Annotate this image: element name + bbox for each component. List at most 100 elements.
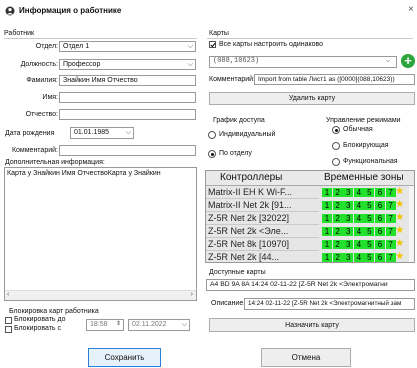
- star-icon[interactable]: ★: [395, 186, 404, 197]
- zone-cell[interactable]: 3: [343, 201, 354, 210]
- zone-cell[interactable]: 2: [332, 201, 343, 210]
- controllers-header: Контроллеры Временные зоны: [206, 171, 414, 186]
- zone-cell[interactable]: 5: [364, 227, 375, 236]
- worker-comment-input[interactable]: [59, 145, 196, 156]
- zone-cell[interactable]: 4: [353, 227, 364, 236]
- controller-row[interactable]: Z-5R Net 2k [32022]: [206, 212, 319, 225]
- star-icon[interactable]: ★: [395, 199, 404, 210]
- block-from-checkbox[interactable]: [5, 326, 12, 333]
- surname-input[interactable]: Знайкин Имя Отчество: [59, 75, 196, 86]
- zone-cell[interactable]: 3: [343, 240, 354, 249]
- zone-cell[interactable]: 1: [322, 253, 332, 262]
- zone-cell[interactable]: 6: [375, 188, 385, 197]
- zone-cell[interactable]: 5: [364, 240, 375, 249]
- available-cards-list[interactable]: A4 BD 9A 8A 14:24 02-11-22 [Z-5R Net 2k …: [206, 279, 415, 291]
- spinner-icon[interactable]: ⇕: [116, 320, 121, 329]
- zones-col-header[interactable]: Временные зоны: [324, 172, 404, 183]
- zone-cell[interactable]: 2: [332, 227, 343, 236]
- patronymic-label: Отчество:: [25, 111, 58, 118]
- zone-cell[interactable]: 4: [353, 214, 364, 223]
- zone-cell[interactable]: 7: [385, 201, 396, 210]
- scroll-right-icon[interactable]: ›: [191, 291, 193, 298]
- zone-cell[interactable]: 5: [364, 253, 375, 262]
- zone-cell[interactable]: 1: [322, 240, 332, 249]
- assign-card-button[interactable]: Назначить карту: [209, 318, 415, 332]
- description-input[interactable]: 14:24 02-11-22 [Z-5R Net 2k <Электромагн…: [244, 298, 415, 310]
- zone-cell[interactable]: 7: [385, 188, 396, 197]
- controller-row[interactable]: Z-5R Net 2k <Эле...: [206, 225, 319, 238]
- star-icon[interactable]: ★: [395, 225, 404, 236]
- horizontal-scrollbar[interactable]: ‹ ›: [5, 290, 196, 300]
- name-input[interactable]: [59, 92, 196, 103]
- mode-blocking-radio[interactable]: [332, 142, 340, 150]
- block-date-input[interactable]: 02.11.2022 ⌵: [128, 319, 190, 331]
- controllers-table[interactable]: Контроллеры Временные зоны Matrix-II EH …: [205, 170, 415, 263]
- controller-row[interactable]: Z-5R Net 2k [44...: [206, 251, 319, 262]
- star-icon[interactable]: ★: [395, 238, 404, 249]
- zone-cell[interactable]: 6: [375, 227, 385, 236]
- cancel-button[interactable]: Отмена: [261, 348, 351, 367]
- star-icon[interactable]: ★: [395, 212, 404, 223]
- zone-cell[interactable]: 3: [343, 227, 354, 236]
- zone-cell[interactable]: 1: [322, 201, 332, 210]
- close-icon[interactable]: ×: [408, 4, 414, 15]
- zone-cell[interactable]: 2: [332, 214, 343, 223]
- zone-cell[interactable]: 4: [353, 201, 364, 210]
- zone-cell[interactable]: 6: [375, 240, 385, 249]
- zone-cell[interactable]: 3: [343, 214, 354, 223]
- controllers-col-header[interactable]: Контроллеры: [220, 172, 282, 183]
- card-comment-input[interactable]: Import from table Лист1 as ([0000](088,1…: [254, 74, 415, 85]
- zone-cell[interactable]: 1: [322, 227, 332, 236]
- zone-cell[interactable]: 7: [385, 253, 396, 262]
- zone-cell[interactable]: 2: [332, 240, 343, 249]
- dept-select[interactable]: Отдел 1 ⌵: [59, 41, 196, 52]
- zone-cell[interactable]: 7: [385, 227, 396, 236]
- patronymic-input[interactable]: [59, 109, 196, 120]
- star-icon[interactable]: ★: [395, 251, 404, 262]
- zone-cell[interactable]: 1: [322, 214, 332, 223]
- mode-functional-radio[interactable]: [332, 158, 340, 166]
- vertical-scrollbar[interactable]: [409, 186, 414, 262]
- birth-date-input[interactable]: 01.01.1985 ⌵: [70, 127, 134, 139]
- worker-section-title: Работник: [4, 30, 35, 37]
- zone-cell[interactable]: 6: [375, 214, 385, 223]
- chevron-down-icon: ⌵: [385, 57, 390, 65]
- schedule-individual-radio[interactable]: [208, 131, 216, 139]
- zone-cell[interactable]: 6: [375, 253, 385, 262]
- mode-normal-radio[interactable]: [332, 126, 340, 134]
- dept-label: Отдел:: [35, 43, 58, 50]
- zone-row: 1 2 3 4 5 6 7 ★: [322, 186, 406, 198]
- extra-info-textarea[interactable]: Карта у Знайкин Имя ОтчествоКарта у Знай…: [4, 167, 197, 301]
- mode-normal-label: Обычная: [343, 126, 373, 133]
- zone-cell[interactable]: 3: [343, 253, 354, 262]
- worker-comment-label: Комментарий:: [11, 147, 58, 154]
- position-select[interactable]: Профессор ⌵: [59, 59, 196, 70]
- controller-row[interactable]: Matrix-II EH K Wi-F...: [206, 186, 319, 199]
- zone-cell[interactable]: 6: [375, 201, 385, 210]
- zone-cell[interactable]: 5: [364, 188, 375, 197]
- save-button[interactable]: Сохранить: [88, 348, 161, 367]
- zone-cell[interactable]: 2: [332, 188, 343, 197]
- zone-cell[interactable]: 1: [322, 188, 332, 197]
- zone-cell[interactable]: 7: [385, 214, 396, 223]
- zone-cell[interactable]: 4: [353, 188, 364, 197]
- controller-row[interactable]: Matrix-II Net 2k [91...: [206, 199, 319, 212]
- zone-cell[interactable]: 4: [353, 240, 364, 249]
- zone-cell[interactable]: 5: [364, 201, 375, 210]
- zone-cell[interactable]: 4: [353, 253, 364, 262]
- scroll-left-icon[interactable]: ‹: [7, 291, 9, 298]
- position-label: Должность:: [20, 61, 58, 68]
- add-card-icon[interactable]: +: [401, 54, 415, 68]
- cards-section-divider: [207, 38, 413, 39]
- block-time-input[interactable]: 18:58 ⇕: [86, 319, 124, 331]
- delete-card-button[interactable]: Удалить карту: [209, 92, 415, 105]
- zone-cell[interactable]: 2: [332, 253, 343, 262]
- block-until-checkbox[interactable]: [5, 317, 12, 324]
- same-cards-checkbox[interactable]: [209, 41, 216, 48]
- zone-cell[interactable]: 7: [385, 240, 396, 249]
- schedule-by-dept-radio[interactable]: [208, 150, 216, 158]
- zone-cell[interactable]: 5: [364, 214, 375, 223]
- card-select[interactable]: (088,10623) ⌵: [209, 56, 397, 68]
- controller-row[interactable]: Z-5R Net 8k [10970]: [206, 238, 319, 251]
- zone-cell[interactable]: 3: [343, 188, 354, 197]
